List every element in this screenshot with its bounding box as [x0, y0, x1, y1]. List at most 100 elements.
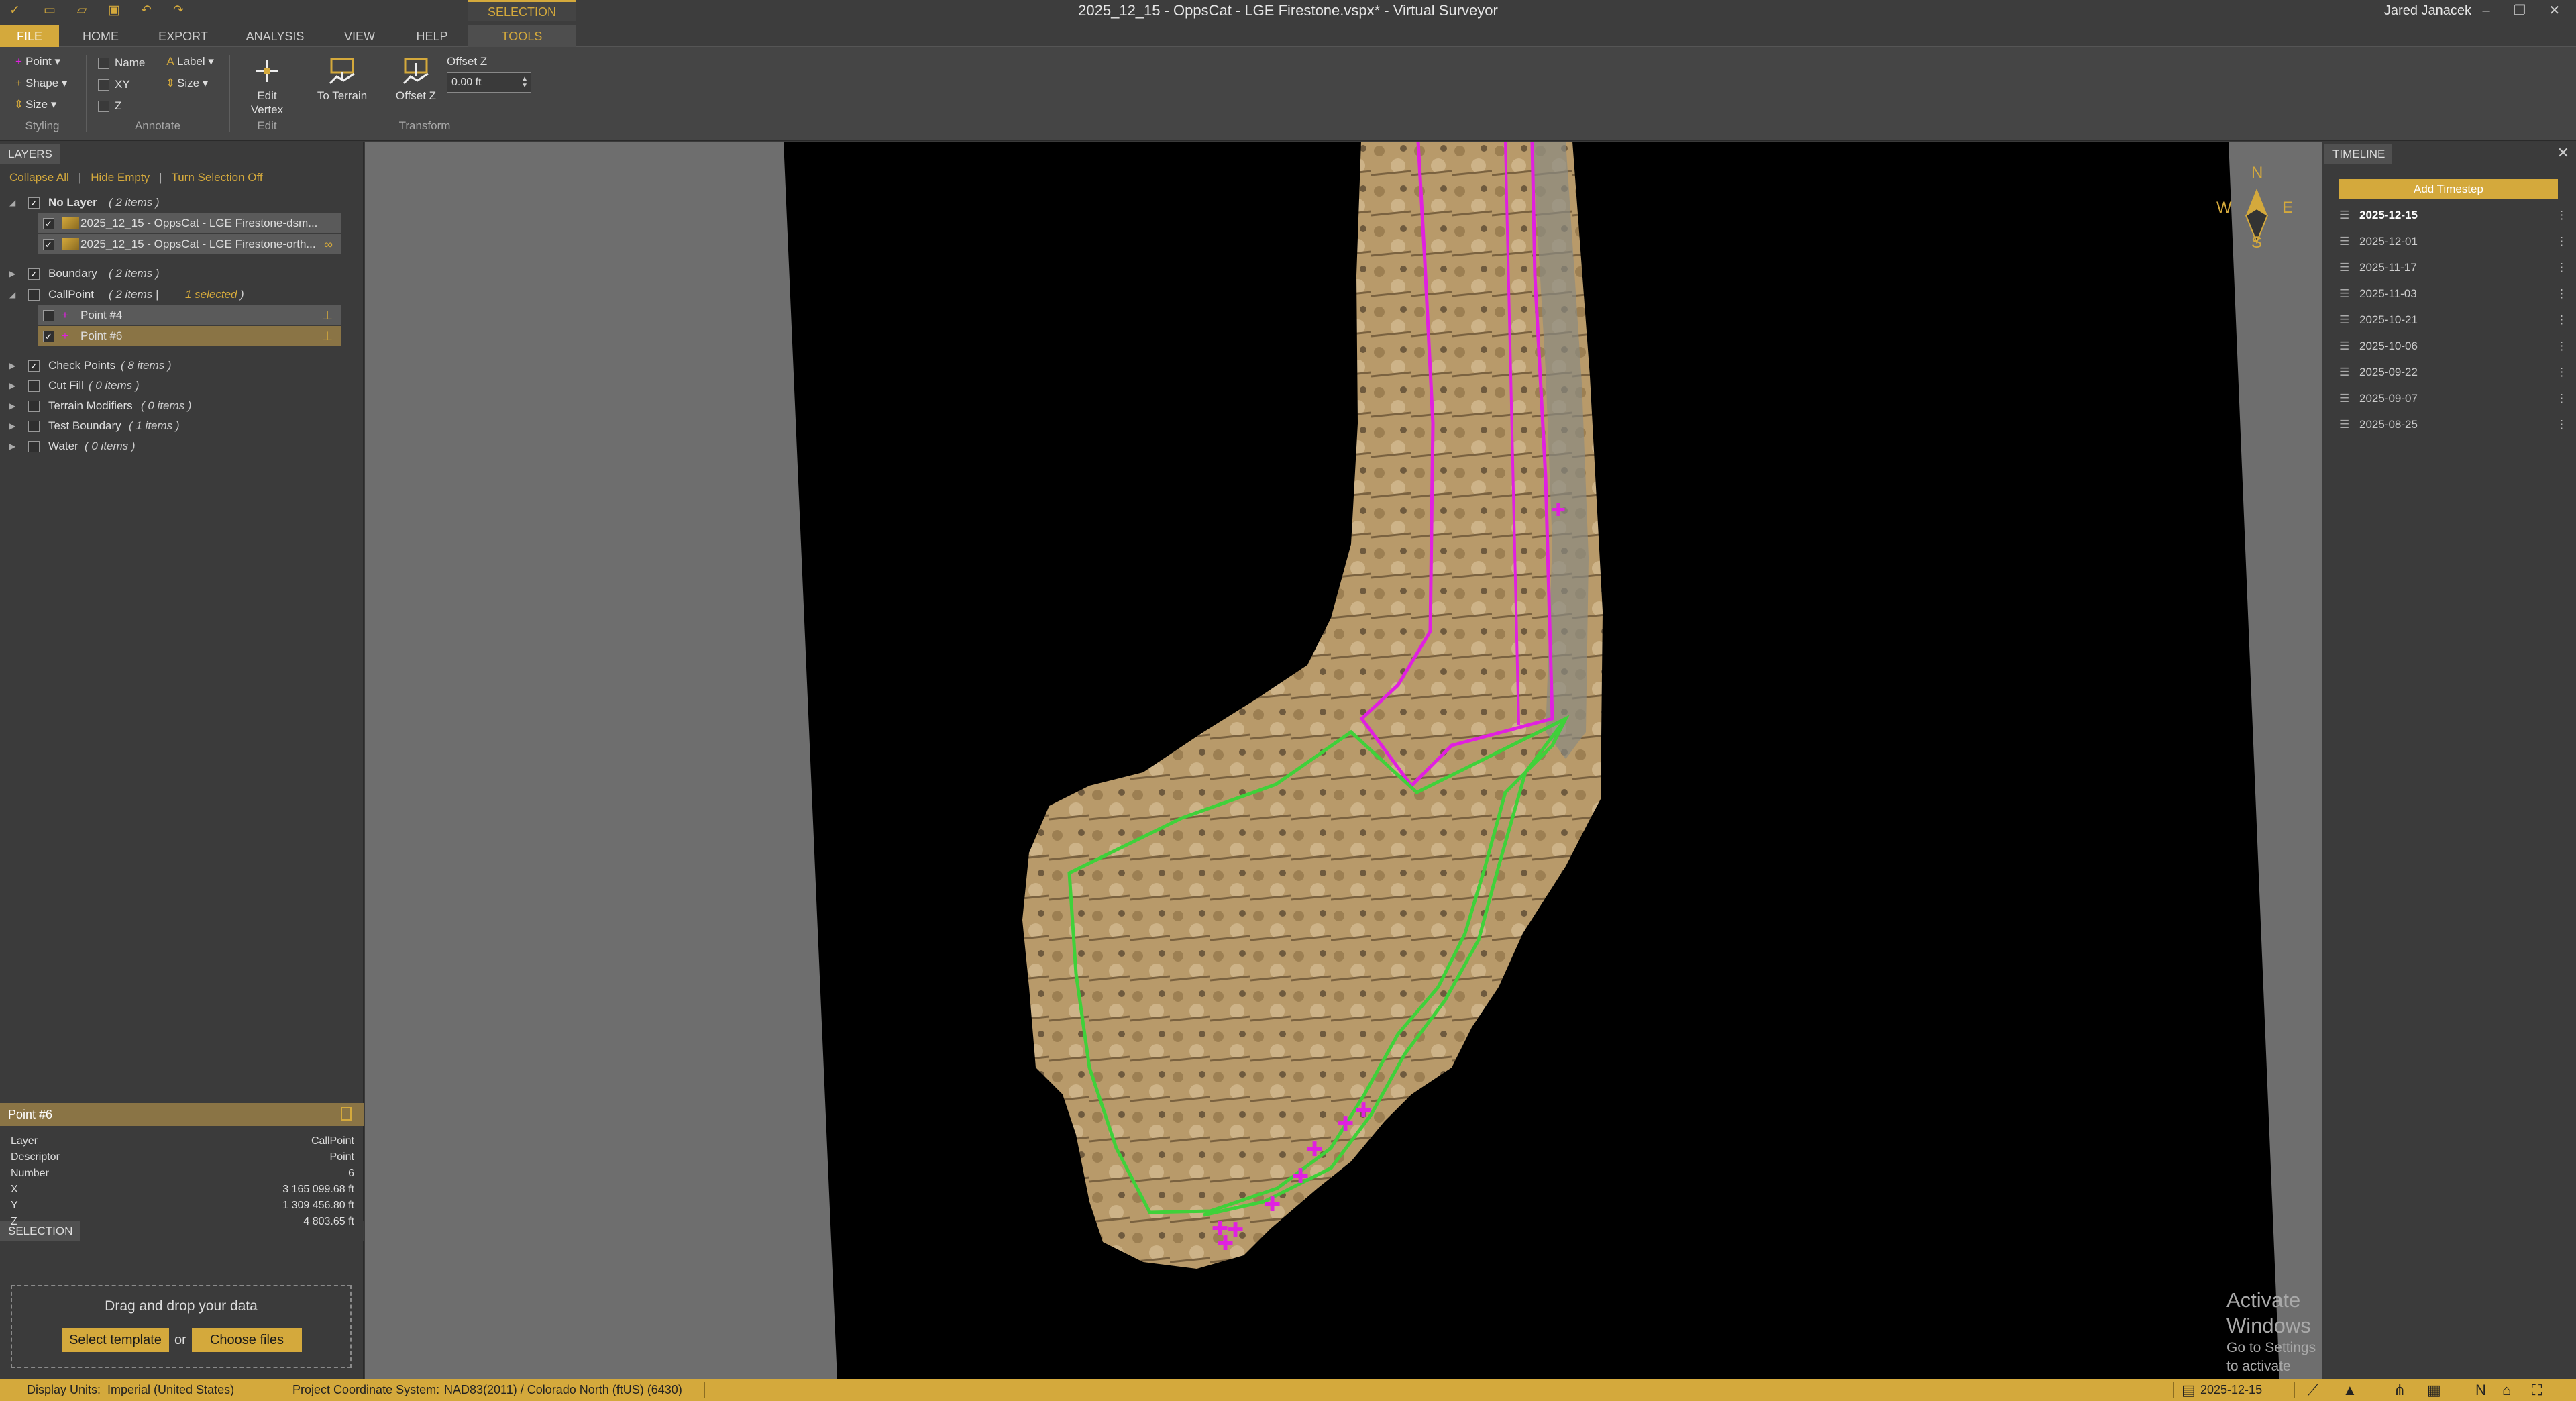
drag-handle-icon[interactable]: ☰: [2339, 286, 2349, 302]
layer-checkbox[interactable]: [28, 380, 40, 392]
point-4-item[interactable]: + Point #4 ⊥: [38, 305, 341, 325]
to-terrain-button[interactable]: To Terrain: [315, 56, 369, 103]
user-name[interactable]: Jared Janacek: [2384, 1, 2471, 20]
drag-handle-icon[interactable]: ☰: [2339, 364, 2349, 380]
timestep-row[interactable]: ☰ 2025-10-21 ⋮: [2339, 312, 2567, 338]
offset-z-input[interactable]: 0.00 ft ▲ ▼: [447, 72, 531, 93]
more-icon[interactable]: ⋮: [2556, 207, 2567, 223]
tab-analysis[interactable]: ANALYSIS: [241, 25, 309, 47]
check-point-marker[interactable]: ✚: [1292, 1165, 1309, 1188]
pin-icon[interactable]: ⊥: [322, 326, 333, 346]
expand-arrow-icon[interactable]: ◢: [9, 284, 15, 305]
layer-checkbox[interactable]: [28, 441, 40, 452]
layer-no-layer[interactable]: ◢ ✓ No Layer ( 2 items ): [0, 193, 349, 213]
layer-terrain-modifiers[interactable]: ▶ Terrain Modifiers ( 0 items ): [0, 396, 349, 416]
raster-dsm-item[interactable]: ✓ 2025_12_15 - OppsCat - LGE Firestone-d…: [38, 213, 341, 234]
timestep-row[interactable]: ☰ 2025-12-01 ⋮: [2339, 234, 2567, 260]
close-icon[interactable]: ✕: [2557, 144, 2569, 162]
shape-style-dropdown[interactable]: + Shape ▾: [12, 75, 67, 91]
expand-arrow-icon[interactable]: ▶: [9, 264, 15, 284]
raster-ortho-item[interactable]: ✓ 2025_12_15 - OppsCat - LGE Firestone-o…: [38, 234, 341, 254]
selected-point-marker[interactable]: ✚: [1551, 501, 1566, 521]
layer-checkbox[interactable]: [28, 289, 40, 301]
timestep-row[interactable]: ☰ 2025-09-22 ⋮: [2339, 364, 2567, 391]
drop-zone[interactable]: Drag and drop your data Select template …: [11, 1285, 352, 1368]
layer-cut-fill[interactable]: ▶ Cut Fill ( 0 items ): [0, 376, 349, 396]
more-icon[interactable]: ⋮: [2556, 286, 2567, 302]
select-template-button[interactable]: Select template: [62, 1328, 169, 1352]
collapse-all-link[interactable]: Collapse All: [9, 171, 69, 184]
drag-handle-icon[interactable]: ☰: [2339, 260, 2349, 276]
expand-arrow-icon[interactable]: ▶: [9, 376, 15, 396]
more-icon[interactable]: ⋮: [2556, 234, 2567, 250]
timestep-row[interactable]: ☰ 2025-12-15 ⋮: [2339, 207, 2567, 234]
timestep-row[interactable]: ☰ 2025-10-06 ⋮: [2339, 338, 2567, 364]
grid-icon[interactable]: ▦: [2427, 1379, 2441, 1401]
tab-export[interactable]: EXPORT: [154, 25, 212, 47]
layer-check-points[interactable]: ▶ ✓ Check Points ( 8 items ): [0, 356, 349, 376]
more-icon[interactable]: ⋮: [2556, 364, 2567, 380]
timestep-row[interactable]: ☰ 2025-08-25 ⋮: [2339, 417, 2567, 443]
check-point-marker[interactable]: ✚: [1264, 1193, 1281, 1216]
clipboard-icon[interactable]: [341, 1107, 352, 1121]
drag-handle-icon[interactable]: ☰: [2339, 391, 2349, 407]
tab-help[interactable]: HELP: [411, 25, 453, 47]
status-date[interactable]: 2025-12-15: [2200, 1379, 2262, 1401]
tab-home[interactable]: HOME: [75, 25, 126, 47]
check-point-marker[interactable]: ✚: [1217, 1232, 1234, 1255]
layer-checkbox[interactable]: ✓: [43, 331, 54, 342]
more-icon[interactable]: ⋮: [2556, 338, 2567, 354]
chart-icon[interactable]: ⟋: [2308, 1379, 2318, 1401]
more-icon[interactable]: ⋮: [2556, 417, 2567, 433]
drag-handle-icon[interactable]: ☰: [2339, 234, 2349, 250]
expand-arrow-icon[interactable]: ▶: [9, 436, 15, 456]
map-viewport[interactable]: ✚ ✚ ✚ ✚ ✚ ✚ ✚ ✚ ✚ N S E W Activate Windo…: [365, 142, 2322, 1379]
fullscreen-icon[interactable]: ⛶: [2532, 1379, 2542, 1401]
drag-handle-icon[interactable]: ☰: [2339, 417, 2349, 433]
check-point-marker[interactable]: ✚: [1355, 1099, 1372, 1123]
more-icon[interactable]: ⋮: [2556, 312, 2567, 328]
drag-handle-icon[interactable]: ☰: [2339, 207, 2349, 223]
tab-view[interactable]: VIEW: [338, 25, 381, 47]
layer-callpoint[interactable]: ◢ CallPoint ( 2 items | 1 selected ): [0, 284, 349, 305]
crs-value[interactable]: NAD83(2011) / Colorado North (ftUS) (643…: [444, 1379, 682, 1401]
size-style-dropdown[interactable]: ⇕ Size ▾: [12, 97, 56, 113]
edit-vertex-button[interactable]: Edit Vertex: [240, 56, 294, 117]
layer-checkbox[interactable]: ✓: [28, 360, 40, 372]
annotate-name-checkbox[interactable]: Name: [98, 55, 145, 71]
restore-icon[interactable]: ❐: [2506, 1, 2533, 20]
tab-tools[interactable]: TOOLS: [468, 25, 576, 47]
label-size-dropdown[interactable]: ⇕ Size ▾: [164, 75, 208, 91]
check-point-marker[interactable]: ✚: [1306, 1138, 1323, 1161]
more-icon[interactable]: ⋮: [2556, 260, 2567, 276]
drag-handle-icon[interactable]: ☰: [2339, 338, 2349, 354]
timestep-row[interactable]: ☰ 2025-11-03 ⋮: [2339, 286, 2567, 312]
layer-checkbox[interactable]: [43, 310, 54, 321]
expand-arrow-icon[interactable]: ▶: [9, 396, 15, 416]
label-dropdown[interactable]: A Label ▾: [164, 54, 214, 70]
drag-handle-icon[interactable]: ☰: [2339, 312, 2349, 328]
hide-empty-link[interactable]: Hide Empty: [91, 171, 150, 184]
pin-icon[interactable]: ⊥: [322, 305, 333, 325]
check-point-marker[interactable]: ✚: [1337, 1112, 1354, 1136]
map-canvas[interactable]: ✚ ✚ ✚ ✚ ✚ ✚ ✚ ✚ ✚ N S E W: [365, 142, 2322, 1379]
more-icon[interactable]: ⋮: [2556, 391, 2567, 407]
point-style-dropdown[interactable]: + Point ▾: [12, 54, 60, 70]
spinner-arrows-icon[interactable]: ▲ ▼: [521, 76, 528, 89]
layer-checkbox[interactable]: [28, 401, 40, 412]
layer-test-boundary[interactable]: ▶ Test Boundary ( 1 items ): [0, 416, 349, 436]
timestep-row[interactable]: ☰ 2025-11-17 ⋮: [2339, 260, 2567, 286]
close-icon[interactable]: ✕: [2541, 1, 2568, 20]
north-icon[interactable]: N: [2475, 1379, 2486, 1401]
layer-checkbox[interactable]: ✓: [43, 239, 54, 250]
timestep-row[interactable]: ☰ 2025-09-07 ⋮: [2339, 391, 2567, 417]
layer-checkbox[interactable]: ✓: [43, 218, 54, 229]
layer-boundary[interactable]: ▶ ✓ Boundary ( 2 items ): [0, 264, 349, 284]
layer-checkbox[interactable]: ✓: [28, 197, 40, 209]
network-icon[interactable]: ⋔: [2394, 1379, 2406, 1401]
turn-selection-off-link[interactable]: Turn Selection Off: [172, 171, 263, 184]
layer-water[interactable]: ▶ Water ( 0 items ): [0, 436, 349, 456]
choose-files-button[interactable]: Choose files: [192, 1328, 302, 1352]
annotate-xy-checkbox[interactable]: XY: [98, 76, 130, 93]
tab-file[interactable]: FILE: [0, 25, 59, 47]
